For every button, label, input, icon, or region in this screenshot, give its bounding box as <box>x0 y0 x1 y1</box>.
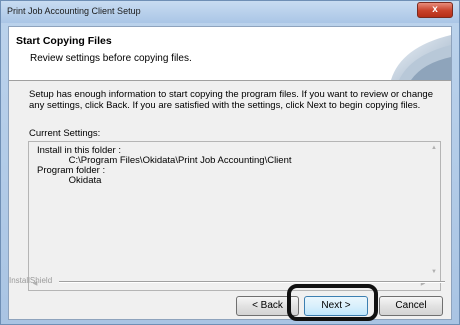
title-bar[interactable]: Print Job Accounting Client Setup x <box>1 1 459 23</box>
vertical-scrollbar[interactable]: ▲ ▼ <box>428 142 440 278</box>
current-settings-label: Current Settings: <box>29 128 101 139</box>
wizard-header: Start Copying Files Review settings befo… <box>9 27 451 81</box>
page-title: Start Copying Files <box>16 35 112 47</box>
next-button[interactable]: Next > <box>304 296 368 316</box>
close-icon: x <box>432 4 438 15</box>
page-subtitle: Review settings before copying files. <box>30 53 192 64</box>
setup-window: Print Job Accounting Client Setup x Star… <box>0 0 460 325</box>
cancel-button[interactable]: Cancel <box>379 296 443 316</box>
dialog-client-area: Start Copying Files Review settings befo… <box>8 26 452 320</box>
back-button[interactable]: < Back <box>236 296 299 316</box>
installshield-brand: InstallShield <box>9 276 53 285</box>
settings-summary-text: Install in this folder : C:\Program File… <box>37 145 292 186</box>
scroll-down-icon[interactable]: ▼ <box>430 268 438 276</box>
scroll-up-icon[interactable]: ▲ <box>430 144 438 152</box>
window-title: Print Job Accounting Client Setup <box>7 6 141 16</box>
installshield-banner-icon <box>391 35 451 80</box>
settings-summary-box[interactable]: Install in this folder : C:\Program File… <box>28 141 441 291</box>
close-button[interactable]: x <box>417 2 453 18</box>
horizontal-scrollbar[interactable]: ◀ ▶ <box>29 278 429 290</box>
instructions-text: Setup has enough information to start co… <box>29 89 433 111</box>
footer-divider <box>59 281 445 283</box>
